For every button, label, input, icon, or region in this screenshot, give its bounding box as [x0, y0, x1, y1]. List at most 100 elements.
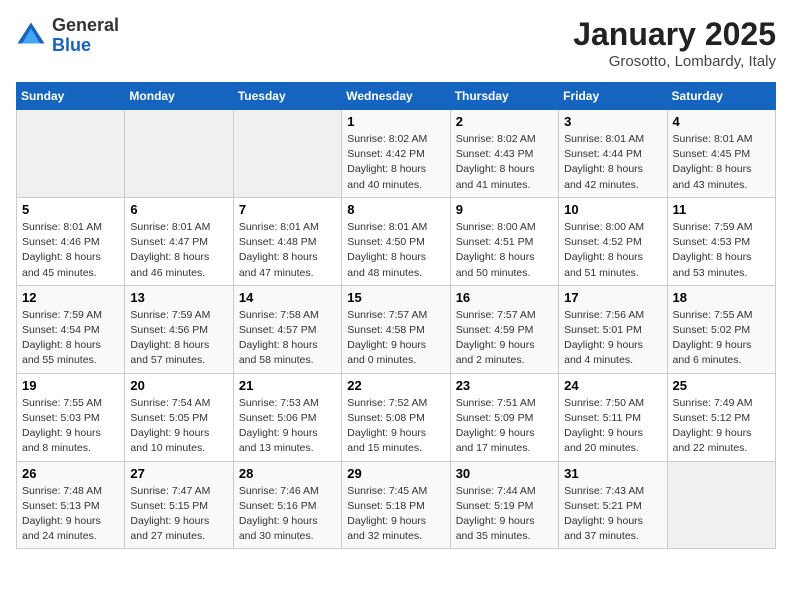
calendar-week-row: 12 Sunrise: 7:59 AM Sunset: 4:54 PM Dayli…: [17, 285, 776, 373]
calendar-cell: 19 Sunrise: 7:55 AM Sunset: 5:03 PM Dayli…: [17, 373, 125, 461]
weekday-header-cell: Tuesday: [233, 83, 341, 110]
day-number: 11: [673, 202, 770, 217]
weekday-header-row: SundayMondayTuesdayWednesdayThursdayFrid…: [17, 83, 776, 110]
calendar-cell: 15 Sunrise: 7:57 AM Sunset: 4:58 PM Dayli…: [342, 285, 450, 373]
day-number: 6: [130, 202, 227, 217]
day-number: 15: [347, 290, 444, 305]
day-number: 26: [22, 466, 119, 481]
day-info: Sunrise: 7:56 AM Sunset: 5:01 PM Dayligh…: [564, 308, 661, 369]
day-info: Sunrise: 8:02 AM Sunset: 4:42 PM Dayligh…: [347, 132, 444, 193]
day-info: Sunrise: 8:01 AM Sunset: 4:45 PM Dayligh…: [673, 132, 770, 193]
logo-icon: [16, 21, 46, 51]
calendar-cell: [667, 461, 775, 549]
calendar-cell: 4 Sunrise: 8:01 AM Sunset: 4:45 PM Daylig…: [667, 110, 775, 198]
day-number: 22: [347, 378, 444, 393]
calendar-week-row: 1 Sunrise: 8:02 AM Sunset: 4:42 PM Daylig…: [17, 110, 776, 198]
day-number: 3: [564, 114, 661, 129]
calendar-body: 1 Sunrise: 8:02 AM Sunset: 4:42 PM Daylig…: [17, 110, 776, 549]
title-block: January 2025 Grosotto, Lombardy, Italy: [573, 16, 776, 70]
day-info: Sunrise: 7:47 AM Sunset: 5:15 PM Dayligh…: [130, 484, 227, 545]
calendar-cell: 17Sunrise: 7:56 AM Sunset: 5:01 PM Dayli…: [559, 285, 667, 373]
calendar-cell: 24 Sunrise: 7:50 AM Sunset: 5:11 PM Dayli…: [559, 373, 667, 461]
calendar-cell: [233, 110, 341, 198]
day-number: 10: [564, 202, 661, 217]
day-number: 29: [347, 466, 444, 481]
logo-blue: Blue: [52, 35, 91, 55]
day-info: Sunrise: 7:57 AM Sunset: 4:58 PM Dayligh…: [347, 308, 444, 369]
calendar-cell: 9 Sunrise: 8:00 AM Sunset: 4:51 PM Daylig…: [450, 197, 558, 285]
calendar-cell: [125, 110, 233, 198]
day-number: 19: [22, 378, 119, 393]
day-number: 5: [22, 202, 119, 217]
calendar-cell: 31 Sunrise: 7:43 AM Sunset: 5:21 PM Dayli…: [559, 461, 667, 549]
day-number: 1: [347, 114, 444, 129]
logo: General Blue: [16, 16, 119, 56]
calendar-cell: 7Sunrise: 8:01 AM Sunset: 4:48 PM Daylig…: [233, 197, 341, 285]
day-info: Sunrise: 7:59 AM Sunset: 4:54 PM Dayligh…: [22, 308, 119, 369]
day-info: Sunrise: 7:59 AM Sunset: 4:56 PM Dayligh…: [130, 308, 227, 369]
calendar-cell: 18 Sunrise: 7:55 AM Sunset: 5:02 PM Dayli…: [667, 285, 775, 373]
day-info: Sunrise: 8:01 AM Sunset: 4:50 PM Dayligh…: [347, 220, 444, 281]
day-info: Sunrise: 7:57 AM Sunset: 4:59 PM Dayligh…: [456, 308, 553, 369]
day-number: 8: [347, 202, 444, 217]
calendar-cell: 13 Sunrise: 7:59 AM Sunset: 4:56 PM Dayli…: [125, 285, 233, 373]
logo-text: General Blue: [52, 16, 119, 56]
calendar-cell: 30Sunrise: 7:44 AM Sunset: 5:19 PM Dayli…: [450, 461, 558, 549]
day-info: Sunrise: 7:51 AM Sunset: 5:09 PM Dayligh…: [456, 396, 553, 457]
calendar-cell: 2Sunrise: 8:02 AM Sunset: 4:43 PM Daylig…: [450, 110, 558, 198]
day-number: 27: [130, 466, 227, 481]
day-number: 13: [130, 290, 227, 305]
calendar-week-row: 19 Sunrise: 7:55 AM Sunset: 5:03 PM Dayli…: [17, 373, 776, 461]
day-number: 31: [564, 466, 661, 481]
calendar-cell: 22 Sunrise: 7:52 AM Sunset: 5:08 PM Dayli…: [342, 373, 450, 461]
calendar-cell: 6 Sunrise: 8:01 AM Sunset: 4:47 PM Daylig…: [125, 197, 233, 285]
day-number: 4: [673, 114, 770, 129]
day-number: 9: [456, 202, 553, 217]
day-number: 12: [22, 290, 119, 305]
day-info: Sunrise: 7:52 AM Sunset: 5:08 PM Dayligh…: [347, 396, 444, 457]
calendar-cell: 21Sunrise: 7:53 AM Sunset: 5:06 PM Dayli…: [233, 373, 341, 461]
day-info: Sunrise: 7:46 AM Sunset: 5:16 PM Dayligh…: [239, 484, 336, 545]
location: Grosotto, Lombardy, Italy: [573, 53, 776, 70]
day-info: Sunrise: 8:01 AM Sunset: 4:47 PM Dayligh…: [130, 220, 227, 281]
day-number: 18: [673, 290, 770, 305]
calendar-cell: 14Sunrise: 7:58 AM Sunset: 4:57 PM Dayli…: [233, 285, 341, 373]
calendar-week-row: 26 Sunrise: 7:48 AM Sunset: 5:13 PM Dayli…: [17, 461, 776, 549]
day-info: Sunrise: 7:43 AM Sunset: 5:21 PM Dayligh…: [564, 484, 661, 545]
day-info: Sunrise: 7:48 AM Sunset: 5:13 PM Dayligh…: [22, 484, 119, 545]
day-number: 16: [456, 290, 553, 305]
day-number: 25: [673, 378, 770, 393]
day-info: Sunrise: 8:00 AM Sunset: 4:51 PM Dayligh…: [456, 220, 553, 281]
calendar-cell: [17, 110, 125, 198]
calendar-cell: 20Sunrise: 7:54 AM Sunset: 5:05 PM Dayli…: [125, 373, 233, 461]
calendar-week-row: 5 Sunrise: 8:01 AM Sunset: 4:46 PM Daylig…: [17, 197, 776, 285]
month-title: January 2025: [573, 16, 776, 53]
calendar-cell: 28 Sunrise: 7:46 AM Sunset: 5:16 PM Dayli…: [233, 461, 341, 549]
weekday-header-cell: Thursday: [450, 83, 558, 110]
day-info: Sunrise: 7:49 AM Sunset: 5:12 PM Dayligh…: [673, 396, 770, 457]
day-info: Sunrise: 7:54 AM Sunset: 5:05 PM Dayligh…: [130, 396, 227, 457]
calendar-cell: 1 Sunrise: 8:02 AM Sunset: 4:42 PM Daylig…: [342, 110, 450, 198]
calendar-cell: 8 Sunrise: 8:01 AM Sunset: 4:50 PM Daylig…: [342, 197, 450, 285]
day-info: Sunrise: 7:45 AM Sunset: 5:18 PM Dayligh…: [347, 484, 444, 545]
day-info: Sunrise: 7:58 AM Sunset: 4:57 PM Dayligh…: [239, 308, 336, 369]
day-info: Sunrise: 7:59 AM Sunset: 4:53 PM Dayligh…: [673, 220, 770, 281]
day-info: Sunrise: 7:50 AM Sunset: 5:11 PM Dayligh…: [564, 396, 661, 457]
day-info: Sunrise: 7:44 AM Sunset: 5:19 PM Dayligh…: [456, 484, 553, 545]
calendar-cell: 23 Sunrise: 7:51 AM Sunset: 5:09 PM Dayli…: [450, 373, 558, 461]
page-header: General Blue January 2025 Grosotto, Lomb…: [16, 16, 776, 70]
calendar-cell: 26 Sunrise: 7:48 AM Sunset: 5:13 PM Dayli…: [17, 461, 125, 549]
day-number: 28: [239, 466, 336, 481]
calendar-cell: 12 Sunrise: 7:59 AM Sunset: 4:54 PM Dayli…: [17, 285, 125, 373]
calendar-table: SundayMondayTuesdayWednesdayThursdayFrid…: [16, 82, 776, 549]
day-info: Sunrise: 8:01 AM Sunset: 4:46 PM Dayligh…: [22, 220, 119, 281]
day-info: Sunrise: 7:55 AM Sunset: 5:03 PM Dayligh…: [22, 396, 119, 457]
calendar-cell: 27 Sunrise: 7:47 AM Sunset: 5:15 PM Dayli…: [125, 461, 233, 549]
day-info: Sunrise: 7:55 AM Sunset: 5:02 PM Dayligh…: [673, 308, 770, 369]
day-info: Sunrise: 8:01 AM Sunset: 4:48 PM Dayligh…: [239, 220, 336, 281]
weekday-header-cell: Monday: [125, 83, 233, 110]
day-number: 24: [564, 378, 661, 393]
calendar-cell: 3Sunrise: 8:01 AM Sunset: 4:44 PM Daylig…: [559, 110, 667, 198]
day-number: 23: [456, 378, 553, 393]
weekday-header-cell: Saturday: [667, 83, 775, 110]
